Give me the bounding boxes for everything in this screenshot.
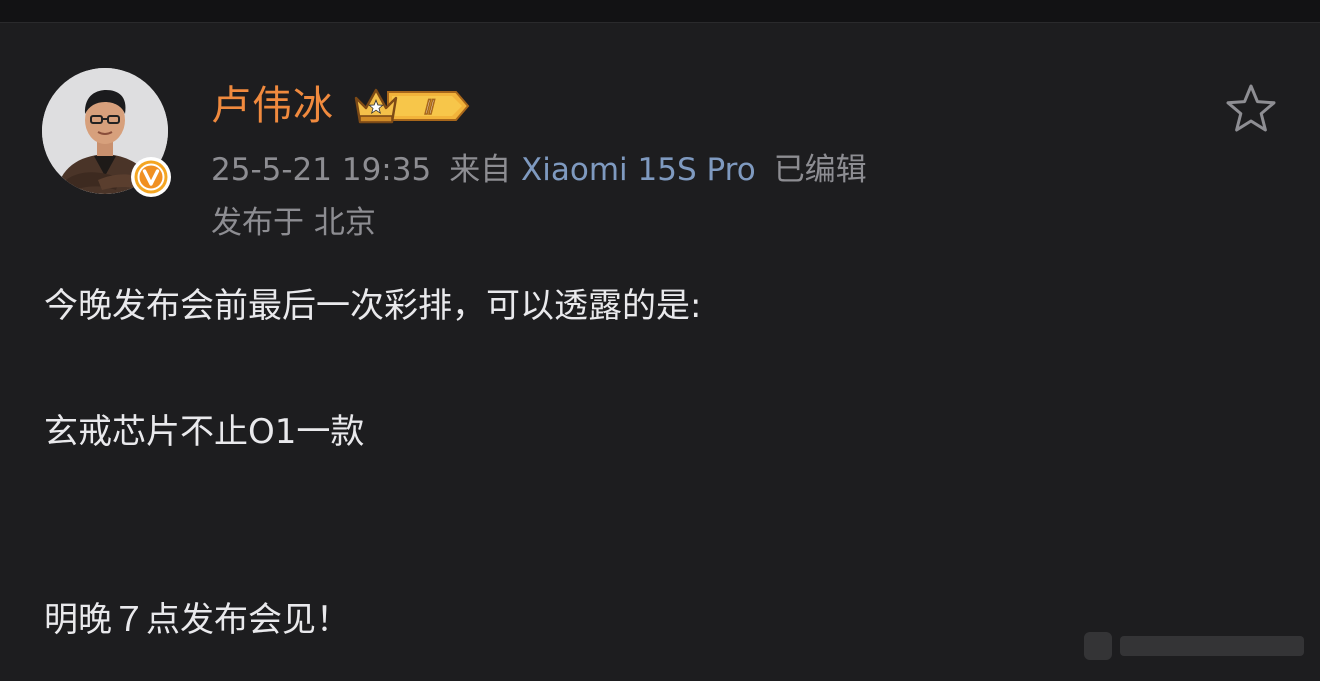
top-divider-strip xyxy=(0,0,1320,23)
post-datetime: 25-5-21 19:35 xyxy=(211,152,432,188)
author-name[interactable]: 卢伟冰 xyxy=(211,82,334,130)
crown-vip-badge-icon[interactable]: Ⅱ xyxy=(352,84,470,128)
watermark-logo-icon xyxy=(1084,632,1304,660)
device-link[interactable]: Xiaomi 15S Pro xyxy=(521,152,756,188)
post-location: 发布于 北京 xyxy=(211,205,376,241)
source-prefix: 来自 xyxy=(449,152,512,188)
author-avatar-wrap[interactable] xyxy=(42,68,171,197)
star-outline-icon[interactable] xyxy=(1224,82,1278,136)
post-content-line-1: 今晚发布会前最后一次彩排，可以透露的是: xyxy=(44,286,702,326)
post-page: 卢伟冰 Ⅱ 25-5-21 19:35 来自 Xiaomi 15S Pro 已编辑 … xyxy=(0,0,1320,681)
verified-v-badge-icon xyxy=(131,157,171,197)
post-content-line-3: 明晚７点发布会见！ xyxy=(44,600,350,640)
edited-label[interactable]: 已编辑 xyxy=(774,152,867,188)
post-meta: 25-5-21 19:35 来自 Xiaomi 15S Pro 已编辑 xyxy=(211,150,867,190)
post-content-line-2: 玄戒芯片不止O1一款 xyxy=(44,412,365,452)
